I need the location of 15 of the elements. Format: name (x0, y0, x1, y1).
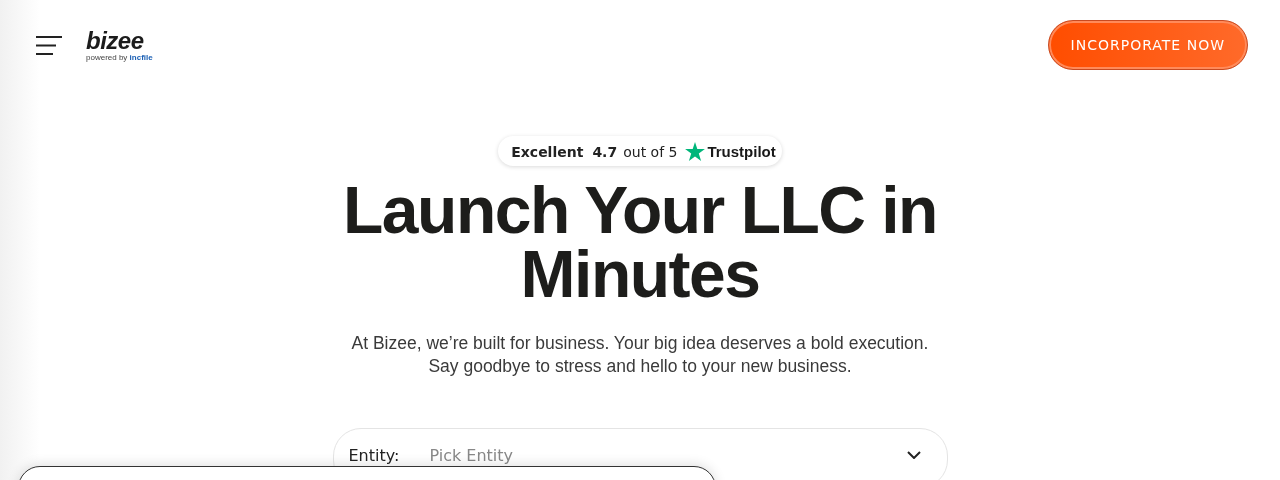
rating-label: Excellent (511, 143, 584, 160)
entity-label: Entity: (348, 446, 400, 465)
rating-suffix: out of 5 (623, 143, 678, 160)
logo-tagline: powered by (86, 52, 128, 62)
star-icon (685, 142, 706, 161)
logo-wordmark[interactable]: bizee (86, 28, 153, 53)
logo-brand: incfile (129, 52, 153, 62)
chevron-down-icon (906, 451, 921, 459)
hero-subtitle: At Bizee, we’re built for business. Your big idea deserves a bold execution. Say goodbye to stress and hello to your new business. (350, 332, 930, 378)
rating-badge[interactable]: Excellent 4.7 out of 5 Trustpilot (498, 136, 782, 166)
trustpilot-name: Trustpilot (707, 143, 776, 160)
entity-placeholder: Pick Entity (429, 446, 515, 465)
menu-icon[interactable] (36, 35, 62, 55)
rating-score: 4.7 (592, 143, 618, 160)
hero-title: Launch Your LLC in Minutes (342, 178, 938, 306)
